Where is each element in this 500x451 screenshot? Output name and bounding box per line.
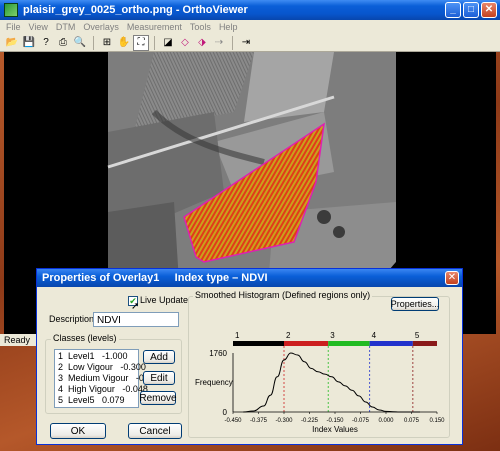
x-tick-label: -0.150 — [326, 418, 344, 424]
measure-icon[interactable]: ⇢ — [211, 35, 227, 51]
window-title: plaisir_grey_0025_ortho.png - OrthoViewe… — [23, 4, 248, 16]
ok-button[interactable]: OK — [50, 423, 106, 439]
print-icon[interactable]: ⎙ — [55, 35, 71, 51]
mouse-cursor-icon: ➚ — [131, 301, 140, 312]
edit-polygon-icon[interactable]: ⬗ — [194, 35, 210, 51]
polygon-icon[interactable]: ◇ — [177, 35, 193, 51]
x-tick-label: -0.075 — [352, 418, 370, 424]
class-marker-label-5: 5 — [415, 331, 420, 340]
description-label: Description: — [49, 314, 97, 324]
minimize-button[interactable]: _ — [445, 2, 461, 18]
histogram-curve — [243, 352, 420, 413]
class-band-4 — [369, 341, 413, 346]
histogram-group-label: Smoothed Histogram (Defined regions only… — [193, 290, 373, 300]
zoom-box-icon[interactable]: ⛶ — [133, 34, 149, 51]
class-marker-label-3: 3 — [330, 331, 335, 340]
hand-pan-icon[interactable]: ✋ — [116, 35, 132, 51]
class-marker-label-1: 1 — [235, 331, 240, 340]
menu-file[interactable]: File — [2, 22, 25, 32]
menu-tools[interactable]: Tools — [186, 22, 215, 32]
main-window-title-bar: plaisir_grey_0025_ortho.png - OrthoViewe… — [0, 0, 500, 20]
dialog-title: Properties of Overlay1 Index type – NDVI — [37, 269, 462, 287]
menu-overlays[interactable]: Overlays — [79, 22, 123, 32]
class-marker-label-4: 4 — [372, 331, 377, 340]
remove-button[interactable]: Remove — [139, 391, 177, 405]
live-update-label: Live Update — [140, 295, 189, 305]
properties-dialog: Properties of Overlay1 Index type – NDVI… — [36, 268, 463, 445]
menu-dtm[interactable]: DTM — [52, 22, 80, 32]
x-tick-label: -0.300 — [275, 418, 293, 424]
save-icon[interactable]: 💾 — [21, 35, 37, 51]
ndvi-color-icon[interactable]: ◪ — [160, 35, 176, 51]
list-item[interactable]: 4 High Vigour -0.048 — [58, 384, 148, 395]
menu-help[interactable]: Help — [215, 22, 242, 32]
description-input[interactable]: NDVI — [93, 312, 179, 327]
toolbar-separator — [154, 35, 155, 50]
toolbar-separator — [232, 35, 233, 50]
exit-icon[interactable]: ⇥ — [238, 35, 254, 51]
print-preview-icon[interactable]: 🔍 — [72, 35, 88, 51]
dialog-close-button[interactable]: ✕ — [445, 271, 459, 285]
classes-list[interactable]: 1 Level1 -1.000 2 Low Vigour -0.300 3 Me… — [54, 349, 156, 408]
list-item[interactable]: 2 Low Vigour -0.300 — [58, 362, 146, 373]
histogram-chart: 1 2 3 4 5 1760 0 Frequency -0.450 -0.375 -0.300 -0… — [195, 331, 445, 434]
x-tick-label: -0.450 — [224, 418, 242, 424]
close-button[interactable]: ✕ — [481, 2, 497, 18]
x-tick-label: 0.150 — [429, 418, 445, 424]
x-tick-label: 0.000 — [378, 418, 394, 424]
menu-view[interactable]: View — [25, 22, 52, 32]
y-axis-label: Frequency — [195, 378, 233, 387]
class-band-3 — [328, 341, 370, 346]
list-item[interactable]: 5 Level5 0.079 — [58, 395, 135, 406]
edit-button[interactable]: Edit — [143, 371, 175, 385]
window-controls: _ □ ✕ — [445, 2, 497, 18]
class-band-5 — [412, 341, 437, 346]
cancel-button[interactable]: Cancel — [128, 423, 182, 439]
toolbar-separator — [93, 35, 94, 50]
maximize-button[interactable]: □ — [463, 2, 479, 18]
x-tick-label: -0.375 — [250, 418, 268, 424]
menu-measurement[interactable]: Measurement — [123, 22, 186, 32]
menu-bar: File View DTM Overlays Measurement Tools… — [0, 20, 500, 34]
toolbar: 📂 💾 ? ⎙ 🔍 ⊞ ✋ ⛶ ◪ ◇ ⬗ ⇢ ⇥ — [0, 34, 500, 52]
add-button[interactable]: Add — [143, 350, 175, 364]
open-icon[interactable]: 📂 — [4, 35, 20, 51]
class-band-1 — [233, 341, 284, 346]
classes-group-label: Classes (levels) — [51, 333, 119, 343]
x-tick-label: -0.225 — [301, 418, 319, 424]
x-tick-label: 0.075 — [404, 418, 420, 424]
list-item[interactable]: 1 Level1 -1.000 — [58, 351, 135, 362]
y-tick-label-min: 0 — [223, 408, 228, 417]
x-axis-label: Index Values — [312, 425, 358, 434]
grid-icon[interactable]: ⊞ — [99, 35, 115, 51]
app-icon — [4, 3, 18, 17]
class-band-2 — [284, 341, 329, 346]
class-marker-label-2: 2 — [286, 331, 291, 340]
y-tick-label-max: 1760 — [209, 349, 227, 358]
help-icon[interactable]: ? — [38, 35, 54, 51]
list-item[interactable]: 3 Medium Vigour -0.17 — [58, 373, 156, 384]
